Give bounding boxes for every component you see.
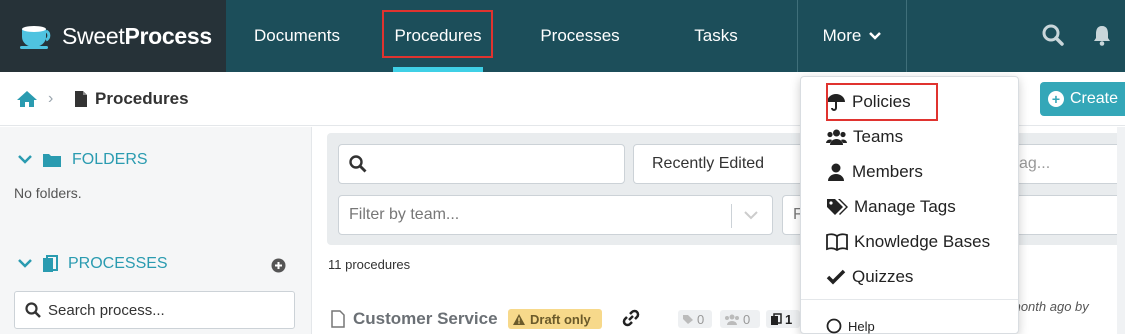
create-button-label: Create — [1070, 90, 1119, 107]
menu-item-label: Manage Tags — [854, 197, 956, 216]
search-icon — [349, 155, 367, 173]
users-icon — [725, 314, 739, 325]
question-circle-icon — [826, 318, 842, 334]
menu-item-label: Knowledge Bases — [854, 232, 991, 251]
app-logo[interactable]: SweetProcess — [0, 0, 226, 72]
page-title: Procedures — [95, 89, 189, 108]
menu-item-label: Teams — [853, 127, 904, 146]
procedure-title-link[interactable]: Customer Service — [353, 309, 498, 329]
nav-more-label: More — [822, 26, 862, 45]
nav-more[interactable]: More — [808, 0, 896, 72]
search-icon[interactable] — [1042, 24, 1064, 46]
search-icon — [25, 302, 41, 318]
documents-icon — [771, 312, 782, 325]
procedure-count: 11 procedures — [328, 257, 411, 272]
search-process-placeholder: Search process... — [48, 301, 165, 319]
chevron-down-icon — [869, 32, 882, 40]
menu-item-members[interactable]: Members — [826, 159, 923, 185]
nav-processes[interactable]: Processes — [525, 0, 635, 72]
highlight-policies — [826, 83, 938, 121]
logo-text-light: Sweet — [62, 22, 125, 49]
logo-text-bold: Process — [124, 22, 212, 49]
menu-item-teams[interactable]: Teams — [826, 124, 903, 150]
team-filter-select[interactable]: Filter by team... — [338, 195, 773, 235]
procedure-search-input[interactable] — [338, 144, 625, 184]
link-icon[interactable] — [621, 309, 641, 327]
last-edited-meta: month ago by — [1010, 299, 1089, 314]
chevron-right-icon: › — [48, 90, 54, 107]
tag-filter-input[interactable]: ag... — [1010, 144, 1125, 184]
chevron-down-icon — [18, 259, 32, 268]
document-icon — [75, 91, 87, 107]
nav-documents[interactable]: Documents — [240, 0, 354, 72]
add-process-icon[interactable] — [271, 258, 286, 273]
cup-logo-icon — [20, 26, 51, 49]
team-count-badge: 0 — [720, 310, 760, 328]
no-folders-text: No folders. — [14, 185, 82, 201]
tag-icon — [683, 314, 693, 324]
folder-icon — [43, 154, 61, 167]
chevron-down-icon — [18, 155, 32, 164]
team-count: 0 — [743, 311, 751, 327]
tag-count-badge: 0 — [678, 310, 712, 328]
menu-item-quizzes[interactable]: Quizzes — [826, 264, 913, 290]
nav-tasks[interactable]: Tasks — [675, 0, 757, 72]
search-process-input[interactable]: Search process... — [14, 291, 295, 329]
folders-label: FOLDERS — [72, 151, 148, 168]
users-icon — [826, 129, 847, 145]
draft-badge: Draft only — [508, 309, 602, 329]
tag-count: 0 — [697, 311, 705, 327]
document-outline-icon — [331, 310, 345, 328]
select-divider — [731, 204, 732, 228]
right-scroll-edge — [1117, 127, 1125, 334]
copy-icon — [43, 255, 58, 272]
menu-item-label: Members — [852, 162, 923, 181]
menu-item-label: Quizzes — [852, 267, 914, 286]
book-icon — [826, 233, 848, 251]
menu-divider — [801, 299, 1018, 300]
check-icon — [826, 269, 846, 285]
chevron-down-icon — [744, 211, 758, 220]
create-button[interactable]: + Create — [1040, 82, 1125, 116]
menu-item-label: Help — [848, 318, 875, 334]
tags-icon — [827, 199, 848, 215]
folders-header[interactable]: FOLDERS — [18, 151, 148, 169]
sort-select[interactable]: Recently Edited — [633, 144, 813, 184]
doc-count-badge: 1 — [766, 310, 800, 328]
processes-label: PROCESSES — [68, 255, 168, 272]
menu-item-help[interactable]: Help — [826, 318, 875, 334]
menu-item-manage-tags[interactable]: Manage Tags — [826, 194, 956, 220]
sort-select-value: Recently Edited — [652, 155, 765, 172]
draft-badge-label: Draft only — [530, 311, 591, 327]
user-icon — [828, 163, 844, 181]
processes-header[interactable]: PROCESSES — [18, 255, 168, 273]
warning-icon — [513, 313, 525, 325]
team-filter-placeholder: Filter by team... — [349, 206, 460, 223]
tag-filter-placeholder: ag... — [1019, 155, 1051, 172]
highlight-procedures — [382, 10, 493, 58]
plus-circle-icon: + — [1048, 91, 1064, 107]
doc-count: 1 — [785, 311, 793, 327]
home-icon[interactable] — [16, 90, 38, 108]
menu-item-knowledge-bases[interactable]: Knowledge Bases — [826, 229, 990, 255]
bell-icon[interactable] — [1092, 24, 1112, 46]
